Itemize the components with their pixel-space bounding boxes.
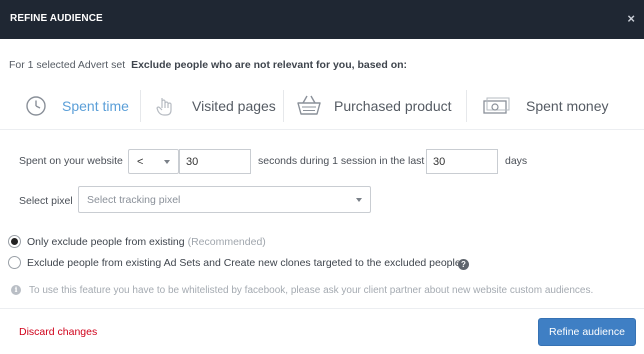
recommended-note: (Recommended) bbox=[187, 236, 266, 248]
context-line: For 1 selected Advert set Exclude people… bbox=[9, 59, 407, 71]
seconds-input[interactable] bbox=[179, 149, 251, 174]
days-label: days bbox=[505, 155, 528, 167]
option-exclude-and-clone-label: Exclude people from existing Ad Sets and… bbox=[27, 257, 461, 269]
tab-spent-time-label: Spent time bbox=[62, 98, 129, 114]
option-only-exclude: Only exclude people from existing (Recomm… bbox=[27, 236, 266, 248]
pixel-select[interactable]: Select tracking pixel bbox=[78, 186, 371, 213]
refine-audience-button[interactable]: Refine audience bbox=[538, 318, 636, 346]
tab-visited-pages-label: Visited pages bbox=[192, 98, 276, 114]
help-icon[interactable]: ? bbox=[458, 259, 469, 270]
tab-visited-pages[interactable]: Visited pages bbox=[152, 82, 276, 130]
tab-spent-money[interactable]: Spent money bbox=[480, 82, 609, 130]
tab-purchased-product-label: Purchased product bbox=[334, 98, 452, 114]
tab-spent-money-label: Spent money bbox=[526, 98, 609, 114]
footer-divider bbox=[0, 308, 644, 309]
tab-divider bbox=[466, 90, 467, 122]
dialog-title: REFINE AUDIENCE bbox=[10, 13, 103, 24]
basket-icon bbox=[297, 95, 321, 115]
discard-changes-link[interactable]: Discard changes bbox=[19, 326, 97, 338]
context-instruction: Exclude people who are not relevant for … bbox=[131, 59, 408, 71]
operator-value: < bbox=[137, 156, 144, 168]
operator-select[interactable]: < bbox=[128, 149, 179, 174]
tab-purchased-product[interactable]: Purchased product bbox=[294, 82, 452, 130]
radio-exclude-and-clone[interactable] bbox=[8, 256, 21, 269]
option-only-exclude-label: Only exclude people from existing bbox=[27, 236, 185, 248]
seconds-middle-text: seconds during 1 session in the last bbox=[258, 155, 425, 167]
dialog-titlebar: REFINE AUDIENCE × bbox=[0, 0, 644, 39]
info-note: To use this feature you have to be white… bbox=[29, 285, 594, 296]
pixel-label: Select pixel bbox=[19, 195, 73, 207]
criteria-tabs: Spent time Visited pages Purchased produ… bbox=[0, 82, 644, 130]
chevron-down-icon bbox=[164, 160, 170, 164]
close-icon[interactable]: × bbox=[627, 11, 635, 27]
money-icon bbox=[483, 97, 510, 114]
pixel-placeholder: Select tracking pixel bbox=[87, 194, 181, 206]
tab-spent-time[interactable]: Spent time bbox=[22, 82, 129, 130]
tab-divider bbox=[283, 90, 284, 122]
radio-only-exclude[interactable] bbox=[8, 235, 21, 248]
spent-label: Spent on your website bbox=[19, 155, 123, 167]
days-input[interactable] bbox=[426, 149, 498, 174]
chevron-down-icon bbox=[356, 198, 362, 202]
tab-divider bbox=[140, 90, 141, 122]
context-prefix: For 1 selected Advert set bbox=[9, 59, 126, 71]
clock-icon bbox=[26, 96, 46, 116]
hand-pointer-icon bbox=[156, 98, 172, 116]
info-icon: i bbox=[11, 285, 21, 295]
